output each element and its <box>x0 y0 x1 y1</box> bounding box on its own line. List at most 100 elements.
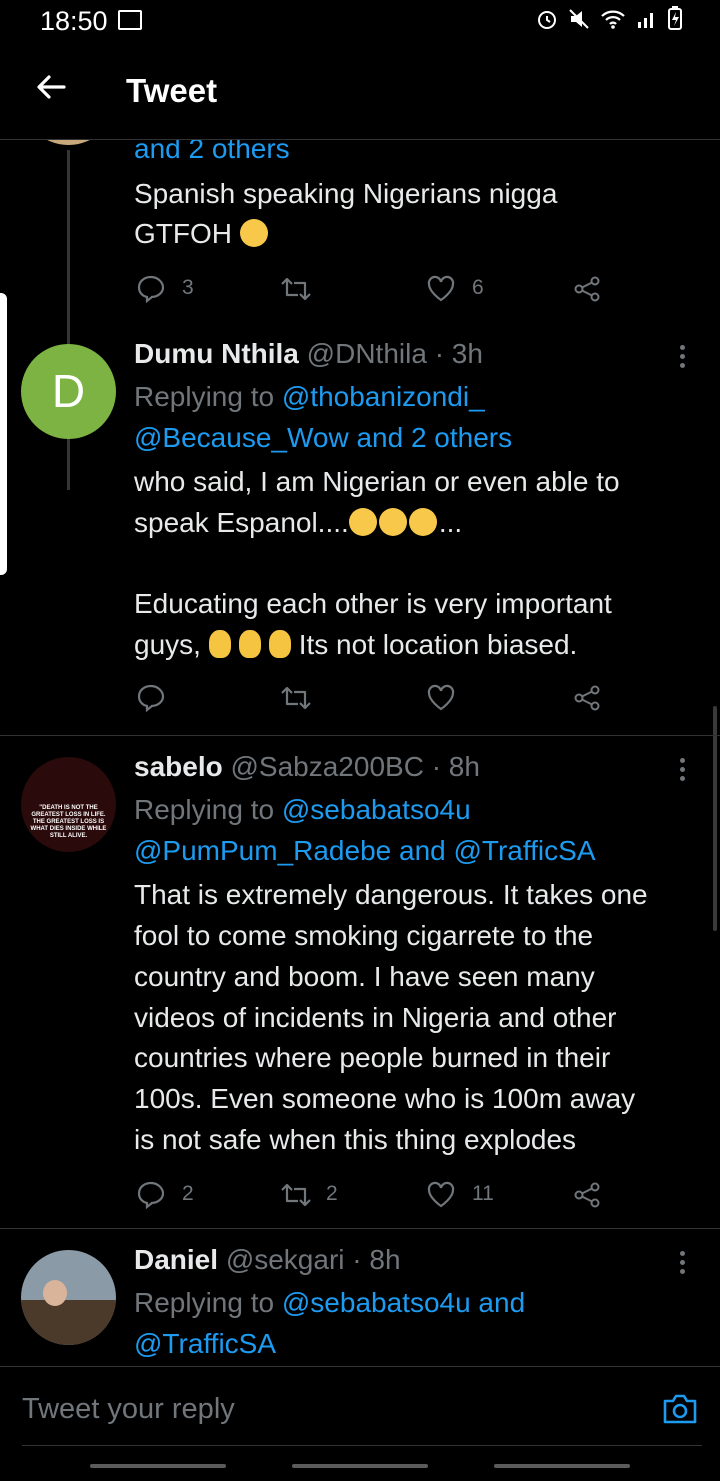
avatar-quote-line: THE GREATEST LOSS IS <box>32 819 105 825</box>
more-options-icon[interactable] <box>680 345 686 372</box>
share-icon <box>574 276 600 302</box>
wifi-icon <box>600 10 625 29</box>
reply-tail: and 2 others <box>134 140 290 165</box>
reply-count: 3 <box>182 276 194 299</box>
tweet-header: Daniel @sekgari · 8h <box>134 1244 401 1276</box>
replying-to: Replying to @sebabatso4u and <box>134 1287 525 1319</box>
gallery-icon <box>118 10 142 30</box>
user-name[interactable]: Dumu Nthila <box>134 338 299 369</box>
heart-icon <box>427 275 455 302</box>
divider <box>0 1228 720 1229</box>
arrow-left-icon[interactable] <box>34 70 68 104</box>
tweet-header: Dumu Nthila @DNthila · 3h <box>134 338 483 370</box>
system-nav-bar[interactable] <box>90 1464 630 1470</box>
tweet-text-line: speak Espanol....... <box>134 507 462 539</box>
avatar-letter: D <box>51 365 86 417</box>
alarm-icon <box>537 11 556 29</box>
joy-emoji-icon <box>348 508 377 536</box>
joy-emoji-icon <box>378 508 407 536</box>
tweet-thread: and 2 others Spanish speaking Nigerians … <box>0 140 720 1365</box>
avatar-quote-line: STILL ALIVE. <box>49 833 88 839</box>
replying-link[interactable]: @sebabatso4u <box>282 794 471 825</box>
tweet-4[interactable]: Daniel @sekgari · 8h Replying to @sebaba… <box>0 1241 720 1365</box>
replying-to: Replying to @sebabatso4u <box>134 794 471 826</box>
tweet-text-line: fool to come smoking cigarrete to the <box>134 920 594 951</box>
tweet-text-line: Educating each other is very important <box>134 588 612 619</box>
ok-hand-emoji-icon <box>208 630 231 658</box>
rofl-emoji-icon <box>239 219 268 247</box>
tweet-text: Its not location biased. <box>298 629 578 660</box>
reply-placeholder[interactable]: Tweet your reply <box>22 1393 235 1426</box>
tweet-3[interactable]: "DEATH IS NOT THE GREATEST LOSS IN LIFE.… <box>0 748 720 1228</box>
tweet-actions: 2 2 11 <box>134 1178 614 1212</box>
tweet-text-line: guys, Its not location biased. <box>134 629 577 661</box>
like-count: 6 <box>472 276 484 299</box>
camera-icon[interactable] <box>662 1393 698 1425</box>
user-name[interactable]: Daniel <box>134 1244 218 1275</box>
battery-icon <box>668 6 682 30</box>
user-handle[interactable]: @DNthila <box>307 338 427 369</box>
tweet-text-line: country and boom. I have seen many <box>134 961 595 992</box>
replying-link[interactable]: @thobanizondi_ <box>282 381 485 412</box>
replying-link[interactable]: @Because_Wow and 2 others <box>134 422 512 453</box>
replying-link[interactable]: @sebabatso4u and <box>282 1287 525 1318</box>
replying-link[interactable]: @PumPum_Radebe and @TrafficSA <box>134 835 596 866</box>
user-handle[interactable]: @sekgari <box>226 1244 345 1275</box>
status-time: 18:50 <box>40 6 108 36</box>
replying-to: Replying to @thobanizondi_ <box>134 381 485 413</box>
avatar-quote-line: "DEATH IS NOT THE <box>39 805 98 811</box>
retweet-count: 2 <box>326 1182 338 1205</box>
tweet-text-line: 100s. Even someone who is 100m away <box>134 1083 636 1114</box>
reply-input[interactable]: Tweet your reply <box>22 1377 702 1446</box>
more-options-icon[interactable] <box>680 758 686 785</box>
tweet-time: · 8h <box>431 751 480 782</box>
tweet-time: · 3h <box>434 338 483 369</box>
nav-pill[interactable] <box>494 1464 630 1468</box>
avatar[interactable]: "DEATH IS NOT THE GREATEST LOSS IN LIFE.… <box>21 757 116 852</box>
heart-icon <box>427 1181 455 1208</box>
mute-icon <box>568 9 589 29</box>
tweet-2[interactable]: D Dumu Nthila @DNthila · 3h Replying to … <box>0 335 720 735</box>
avatar[interactable]: D <box>21 344 116 439</box>
avatar[interactable] <box>21 140 116 145</box>
tweet-text: ... <box>438 507 463 538</box>
replying-link[interactable]: @TrafficSA <box>134 1328 276 1359</box>
user-name[interactable]: sabelo <box>134 751 223 782</box>
share-icon <box>574 1182 600 1208</box>
signal-icon <box>637 13 653 28</box>
avatar[interactable] <box>21 1250 116 1345</box>
tweet-text-line: who said, I am Nigerian or even able to <box>134 466 620 497</box>
page-title: Tweet <box>126 72 218 109</box>
reply-tail-link[interactable]: and 2 others <box>134 140 290 164</box>
more-options-icon[interactable] <box>680 1251 686 1278</box>
nav-pill[interactable] <box>90 1464 226 1468</box>
tweet-text: guys, <box>134 629 201 660</box>
user-handle[interactable]: @Sabza200BC <box>230 751 423 782</box>
status-icons <box>536 6 682 33</box>
reply-icon <box>137 684 165 713</box>
status-bar: 18:50 <box>0 0 720 44</box>
tweet-text-line-2: GTFOH <box>134 218 270 250</box>
tweet-1[interactable]: and 2 others Spanish speaking Nigerians … <box>0 140 720 490</box>
reply-icon <box>137 1181 165 1210</box>
replying-label: Replying to <box>134 381 275 412</box>
ok-hand-emoji-icon <box>268 630 291 658</box>
replying-to-2: @TrafficSA <box>134 1328 276 1360</box>
replying-to-2: @PumPum_Radebe and @TrafficSA <box>134 835 596 867</box>
tweet-text-line: videos of incidents in Nigeria and other <box>134 1002 617 1033</box>
replying-label: Replying to <box>134 1287 275 1318</box>
divider <box>0 735 720 736</box>
header-bar: Tweet <box>0 44 720 140</box>
ok-hand-emoji-icon <box>238 630 261 658</box>
tweet-header: sabelo @Sabza200BC · 8h <box>134 751 480 783</box>
tweet-actions: 3 6 <box>134 272 614 306</box>
tweet-text-line: is not safe when this thing explodes <box>134 1124 577 1155</box>
tweet-actions <box>134 681 614 715</box>
avatar-photo <box>21 1300 116 1345</box>
joy-emoji-icon <box>408 508 437 536</box>
nav-pill[interactable] <box>292 1464 428 1468</box>
tweet-text-line: countries where people burned in their <box>134 1042 611 1073</box>
replying-label: Replying to <box>134 794 275 825</box>
heart-icon <box>427 684 455 711</box>
avatar-quote: "DEATH IS NOT THE GREATEST LOSS IN LIFE.… <box>25 805 112 840</box>
